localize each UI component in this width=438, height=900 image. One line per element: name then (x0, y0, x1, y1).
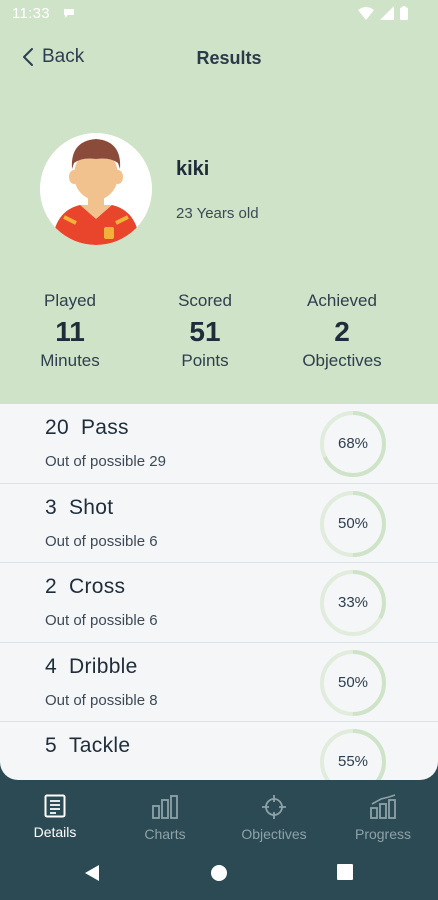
result-count: 2 (45, 575, 57, 598)
stat-achieved: Achieved 2 Objectives (272, 290, 412, 372)
bar-chart-icon (152, 795, 178, 819)
result-row-tackle[interactable]: 5 Tackle 55% (0, 722, 438, 780)
result-count: 20 (45, 416, 69, 439)
result-count: 3 (45, 495, 57, 519)
result-title: 4 Dribble (45, 655, 138, 679)
stat-label: Played (44, 291, 96, 310)
page-title: Results (196, 48, 262, 68)
progress-ring: 50% (318, 489, 388, 559)
progress-percent: 50% (337, 673, 369, 691)
result-subtitle: Out of possible 6 (45, 612, 158, 629)
result-title: 20 Pass (45, 416, 129, 440)
progress-percent: 55% (337, 753, 369, 770)
tab-label: Objectives (241, 826, 307, 842)
document-icon (44, 794, 66, 818)
bottom-nav: Details Charts Objectives Progress (0, 780, 438, 850)
player-name: kiki (176, 158, 210, 180)
avatar (40, 133, 152, 245)
result-action: Shot (68, 495, 114, 519)
result-row-cross[interactable]: 2 Cross Out of possible 6 33% (0, 563, 438, 643)
result-subtitle: Out of possible 29 (45, 453, 166, 470)
crosshair-icon (262, 795, 286, 819)
recents-square-icon[interactable] (337, 864, 353, 880)
result-title: 3 Shot (45, 496, 113, 520)
result-action: Tackle (68, 734, 131, 757)
progress-percent: 50% (337, 514, 369, 532)
result-title: 2 Cross (45, 575, 125, 599)
result-row-shot[interactable]: 3 Shot Out of possible 6 50% (0, 484, 438, 563)
wifi-icon (358, 6, 374, 20)
progress-ring: 33% (318, 568, 388, 638)
tab-progress[interactable]: Progress (328, 794, 438, 842)
status-bar: 11:33 (0, 0, 438, 28)
result-subtitle: Out of possible 6 (45, 532, 158, 550)
result-row-dribble[interactable]: 4 Dribble Out of possible 8 50% (0, 643, 438, 722)
result-count: 4 (45, 654, 57, 678)
player-age: 23 Years old (176, 205, 259, 222)
progress-ring: 55% (318, 727, 388, 780)
progress-ring: 50% (318, 648, 388, 718)
result-count: 5 (45, 734, 57, 757)
result-action: Dribble (68, 654, 138, 678)
notification-icon (62, 6, 76, 20)
result-action: Pass (80, 416, 129, 439)
signal-icon (380, 6, 394, 20)
stat-value: 51 (189, 316, 221, 347)
tab-objectives[interactable]: Objectives (219, 794, 329, 842)
status-icons (358, 6, 408, 20)
stat-label: Achieved (307, 291, 377, 310)
progress-ring: 68% (318, 409, 388, 479)
system-nav-bar (0, 850, 438, 900)
stat-label: Scored (178, 291, 232, 310)
status-time: 11:33 (12, 5, 50, 22)
battery-icon (400, 6, 408, 20)
stat-value: 11 (55, 316, 85, 347)
home-circle-icon[interactable] (210, 864, 228, 882)
stat-unit: Minutes (40, 351, 100, 370)
results-list[interactable]: 20 Pass Out of possible 29 68% 3 Shot Out … (0, 404, 438, 780)
tab-details[interactable]: Details (0, 794, 110, 840)
player-avatar-icon (40, 133, 152, 245)
header-panel: 11:33 Back Results kiki 23 Years old Pla… (0, 0, 438, 404)
result-title: 5 Tackle (45, 734, 130, 758)
stat-scored: Scored 51 Points (135, 290, 275, 372)
tab-label: Details (33, 824, 77, 840)
stat-unit: Objectives (302, 351, 382, 370)
result-subtitle: Out of possible 8 (45, 691, 158, 709)
stat-unit: Points (181, 351, 229, 370)
progress-percent: 33% (337, 594, 369, 611)
progress-percent: 68% (337, 435, 369, 452)
tab-charts[interactable]: Charts (110, 794, 220, 842)
stat-value: 2 (334, 316, 350, 347)
result-action: Cross (68, 575, 126, 598)
stat-played: Played 11 Minutes (0, 290, 140, 372)
tab-label: Charts (144, 826, 186, 842)
result-row-pass[interactable]: 20 Pass Out of possible 29 68% (0, 404, 438, 484)
app-header: Back Results (0, 40, 438, 80)
back-triangle-icon[interactable] (84, 864, 100, 882)
tab-label: Progress (354, 826, 412, 842)
progress-chart-icon (370, 794, 396, 819)
